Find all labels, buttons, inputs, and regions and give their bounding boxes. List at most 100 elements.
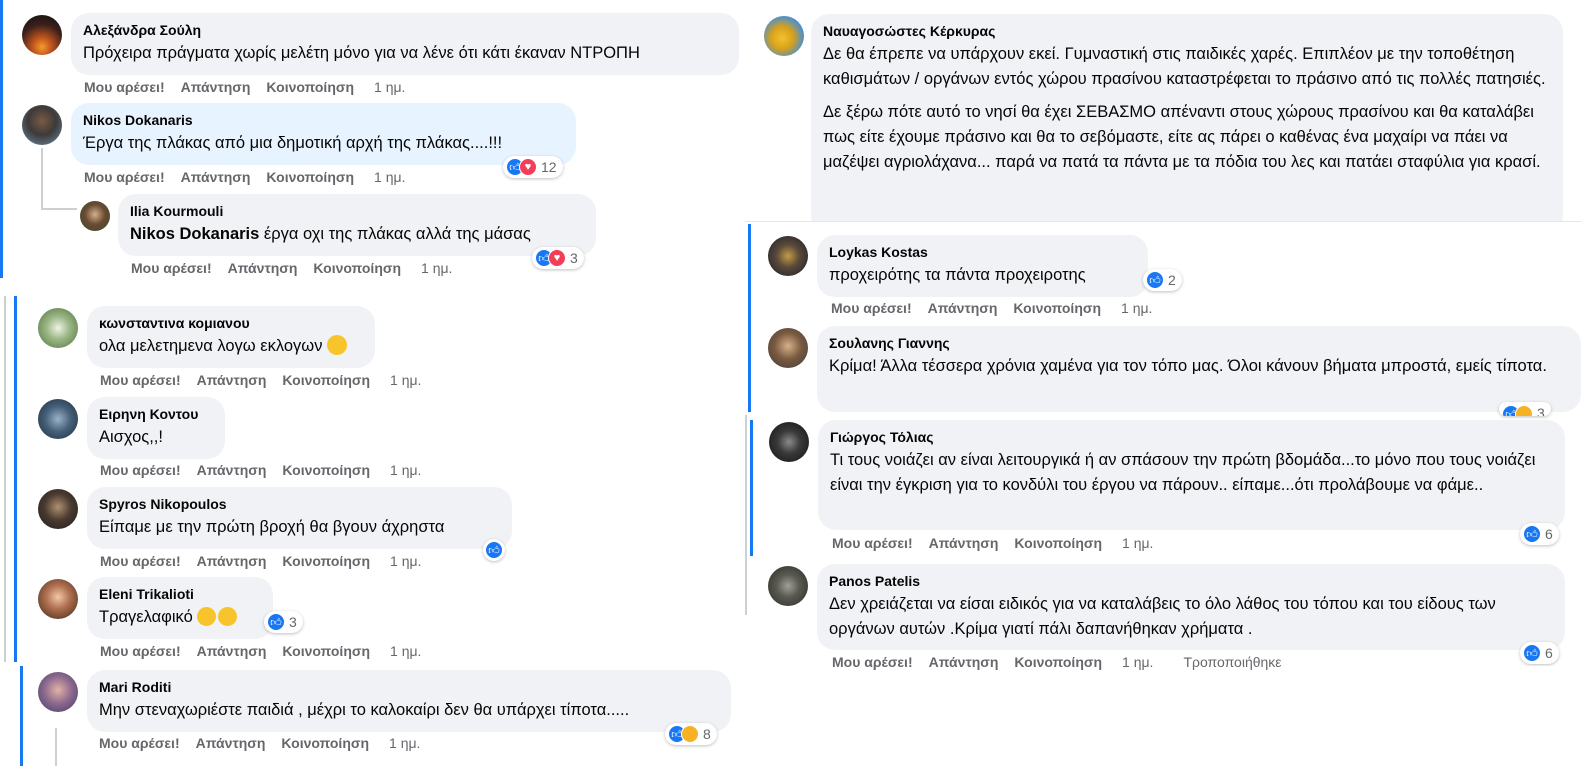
comment-author[interactable]: κωνσταντινα κομιανου	[99, 314, 363, 332]
like-button[interactable]: Μου αρέσει!	[131, 260, 212, 276]
reply-button[interactable]: Απάντηση	[197, 462, 267, 478]
avatar[interactable]	[38, 308, 78, 348]
comment-actions: Μου αρέσει! Απάντηση Κοινοποίηση 1 ημ. Τ…	[832, 654, 1298, 670]
avatar[interactable]	[80, 201, 110, 231]
cropped-actions-row	[190, 0, 510, 6]
reply-button[interactable]: Απάντηση	[929, 535, 999, 551]
thread-accent-line	[0, 0, 3, 278]
comment-actions: Μου αρέσει! Απάντηση Κοινοποίηση 1 ημ.	[100, 462, 437, 478]
avatar[interactable]	[22, 15, 62, 55]
share-button[interactable]: Κοινοποίηση	[1014, 535, 1102, 551]
share-button[interactable]: Κοινοποίηση	[266, 169, 354, 185]
share-button[interactable]: Κοινοποίηση	[282, 462, 370, 478]
mention-link[interactable]: Nikos Dokanaris	[130, 225, 259, 243]
comment-text: Πρόχειρα πράγματα χωρίς μελέτη μόνο για …	[83, 44, 640, 62]
avatar[interactable]	[22, 105, 62, 145]
comment-time[interactable]: 1 ημ.	[390, 462, 421, 478]
comment-time[interactable]: 1 ημ.	[390, 553, 421, 569]
reply-connector	[55, 728, 57, 766]
comment-text: Τι τους νοιάζει αν είναι λειτουργικά ή α…	[830, 451, 1536, 494]
like-button[interactable]: Μου αρέσει!	[84, 79, 165, 95]
comment-time[interactable]: 1 ημ.	[421, 260, 452, 276]
reply-button[interactable]: Απάντηση	[197, 553, 267, 569]
like-button[interactable]: Μου αρέσει!	[100, 372, 181, 388]
avatar[interactable]	[38, 489, 78, 529]
like-button[interactable]: Μου αρέσει!	[831, 300, 912, 316]
share-button[interactable]: Κοινοποίηση	[282, 553, 370, 569]
reaction-summary[interactable]: 👍︎ 6	[1520, 523, 1559, 545]
comment-author[interactable]: Loykas Kostas	[829, 243, 1136, 261]
avatar[interactable]	[38, 399, 78, 439]
avatar[interactable]	[769, 422, 809, 462]
comment-bubble: Ειρηνη Κοντου Αισχος,,!	[87, 397, 225, 459]
like-button[interactable]: Μου αρέσει!	[100, 462, 181, 478]
comment-author[interactable]: Eleni Trikalioti	[99, 585, 261, 603]
comment-author[interactable]: Spyros Nikopoulos	[99, 495, 500, 513]
reaction-summary[interactable]: 👍︎ 8	[665, 723, 717, 745]
avatar[interactable]	[764, 16, 804, 56]
comment-author[interactable]: Ναυαγοσώστες Κέρκυρας	[823, 22, 1551, 40]
comment-author[interactable]: Ilia Kourmouli	[130, 202, 584, 220]
comment-text: Μην στεναχωριέστε παιδιά , μέχρι το καλο…	[99, 701, 630, 719]
reply-button[interactable]: Απάντηση	[197, 643, 267, 659]
avatar[interactable]	[768, 328, 808, 368]
like-button[interactable]: Μου αρέσει!	[832, 654, 913, 670]
reaction-summary[interactable]: 👍︎ ♥ 3	[532, 247, 584, 269]
comment-text: Αισχος,,!	[99, 428, 163, 446]
reply-button[interactable]: Απάντηση	[929, 654, 999, 670]
comment-time[interactable]: 1 ημ.	[374, 79, 405, 95]
reaction-summary[interactable]: 👍︎ 3	[264, 611, 303, 633]
comment-time[interactable]: 1 ημ.	[1122, 654, 1153, 670]
comment-text: Δεν χρειάζεται να είσαι ειδικός για να κ…	[829, 595, 1496, 638]
comment-time[interactable]: 1 ημ.	[389, 735, 420, 751]
comment-text: Έργα της πλάκας από μια δημοτική αρχή τη…	[83, 134, 503, 152]
comment-actions: Μου αρέσει! Απάντηση Κοινοποίηση 1 ημ.	[84, 169, 421, 185]
avatar[interactable]	[768, 566, 808, 606]
share-button[interactable]: Κοινοποίηση	[313, 260, 401, 276]
reply-button[interactable]: Απάντηση	[196, 735, 266, 751]
share-button[interactable]: Κοινοποίηση	[266, 79, 354, 95]
edited-label[interactable]: Τροποποιήθηκε	[1183, 654, 1281, 670]
comment-time[interactable]: 1 ημ.	[374, 169, 405, 185]
reply-button[interactable]: Απάντηση	[928, 300, 998, 316]
comment-time[interactable]: 1 ημ.	[1122, 535, 1153, 551]
like-button[interactable]: Μου αρέσει!	[84, 169, 165, 185]
share-button[interactable]: Κοινοποίηση	[282, 643, 370, 659]
reaction-count: 2	[1168, 272, 1176, 288]
comment-text: Τραγελαφικό	[99, 605, 261, 630]
share-button[interactable]: Κοινοποίηση	[282, 372, 370, 388]
comment-actions: Μου αρέσει! Απάντηση Κοινοποίηση 1 ημ.	[100, 643, 437, 659]
share-button[interactable]: Κοινοποίηση	[1013, 300, 1101, 316]
like-button[interactable]: Μου αρέσει!	[100, 553, 181, 569]
comment-time[interactable]: 1 ημ.	[390, 372, 421, 388]
reaction-summary[interactable]: 👍︎ ♥ 12	[503, 156, 563, 178]
comment-text: Είπαμε με την πρώτη βροχή θα βγουν άχρησ…	[99, 518, 445, 536]
comment-time[interactable]: 1 ημ.	[390, 643, 421, 659]
reply-button[interactable]: Απάντηση	[181, 169, 251, 185]
love-reaction-icon: ♥	[519, 158, 537, 176]
comment-author[interactable]: Panos Patelis	[829, 572, 1553, 590]
reaction-summary[interactable]: 👍︎ 2	[1143, 269, 1182, 291]
reaction-summary[interactable]: 👍︎ 6	[1520, 642, 1559, 664]
share-button[interactable]: Κοινοποίηση	[281, 735, 369, 751]
avatar[interactable]	[768, 236, 808, 276]
thread-accent-line	[14, 296, 17, 662]
reply-button[interactable]: Απάντηση	[181, 79, 251, 95]
comment-author[interactable]: Γιώργος Τόλιας	[830, 428, 1553, 446]
avatar[interactable]	[38, 672, 78, 712]
share-button[interactable]: Κοινοποίηση	[1014, 654, 1102, 670]
reaction-summary[interactable]: 👍︎ 3	[1499, 402, 1551, 416]
reply-button[interactable]: Απάντηση	[228, 260, 298, 276]
like-button[interactable]: Μου αρέσει!	[99, 735, 180, 751]
comment-author[interactable]: Αλεξάνδρα Σούλη	[83, 21, 727, 39]
comment-author[interactable]: Nikos Dokanaris	[83, 111, 564, 129]
reaction-summary[interactable]: 👍︎	[483, 539, 505, 561]
comment-author[interactable]: Ειρηνη Κοντου	[99, 405, 213, 423]
comment-author[interactable]: Mari Roditi	[99, 678, 719, 696]
reply-button[interactable]: Απάντηση	[197, 372, 267, 388]
comment-author[interactable]: Σουλανης Γιαννης	[829, 334, 1569, 352]
avatar[interactable]	[38, 579, 78, 619]
comment-time[interactable]: 1 ημ.	[1121, 300, 1152, 316]
like-button[interactable]: Μου αρέσει!	[100, 643, 181, 659]
like-button[interactable]: Μου αρέσει!	[832, 535, 913, 551]
